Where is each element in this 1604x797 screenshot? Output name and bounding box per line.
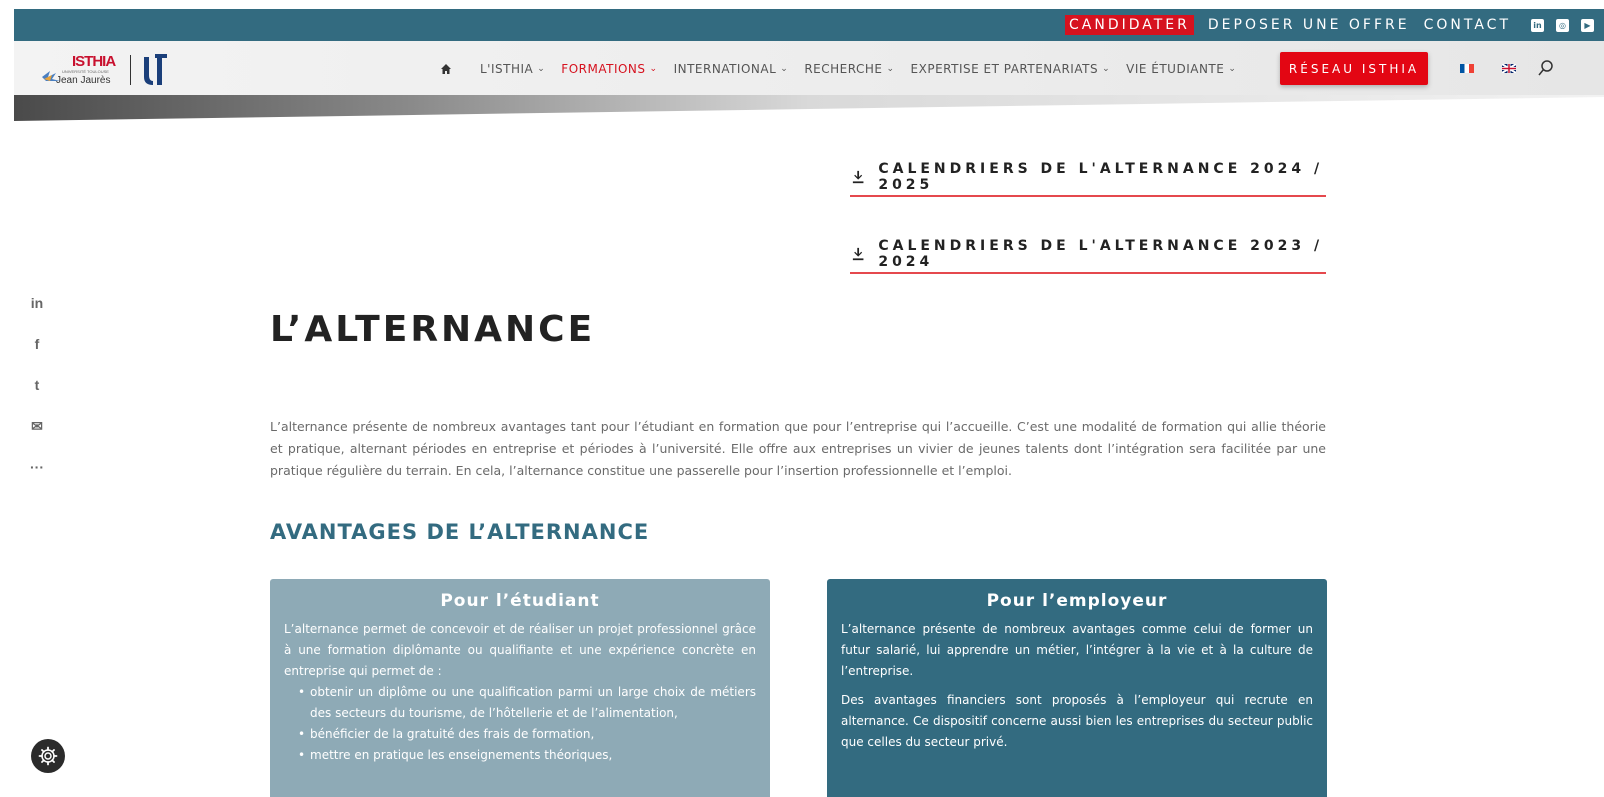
section-subtitle: AVANTAGES DE L’ALTERNANCE [270,520,650,544]
twitter-share-icon[interactable]: t [35,376,40,394]
cookie-settings-button[interactable] [31,739,65,773]
student-card: Pour l’étudiant L’alternance permet de c… [270,579,770,797]
top-bar: CANDIDATER DEPOSER UNE OFFRE CONTACT in … [14,9,1604,41]
list-item: mettre en pratique les enseignements thé… [298,745,756,766]
student-benefits-list: obtenir un diplôme ou une qualification … [284,682,756,766]
ut-logo-icon [144,54,167,85]
search-icon[interactable] [1538,59,1554,77]
site-logo[interactable]: ISTHIA UNIVERSITÉ TOULOUSE Jean Jaurès [42,53,169,87]
university-small-label: UNIVERSITÉ TOULOUSE [62,69,109,74]
chevron-down-icon: ⌄ [649,64,658,74]
nav-item-expertise[interactable]: EXPERTISE ET PARTENARIATS ⌄ [911,62,1111,76]
download-icon [852,247,864,261]
flag-fr-icon[interactable] [1460,64,1474,73]
main-navbar: ISTHIA UNIVERSITÉ TOULOUSE Jean Jaurès L… [14,41,1604,97]
instagram-icon[interactable]: ◎ [1556,18,1569,32]
page: CANDIDATER DEPOSER UNE OFFRE CONTACT in … [14,9,1604,797]
nav-item-label: RECHERCHE [804,62,883,76]
nav-item-label: FORMATIONS [561,62,646,76]
nav-item-label: L'ISTHIA [480,62,534,76]
youtube-icon[interactable]: ▶ [1581,18,1594,32]
candidater-link[interactable]: CANDIDATER [1065,15,1194,35]
list-item: bénéficier de la gratuité des frais de f… [298,724,756,745]
employer-card-text-2: Des avantages financiers sont proposés à… [841,693,1313,749]
nav-item-recherche[interactable]: RECHERCHE ⌄ [804,62,894,76]
linkedin-icon[interactable]: in [1531,18,1544,32]
intro-paragraph: L’alternance présente de nombreux avanta… [270,419,1326,478]
chevron-down-icon: ⌄ [780,64,789,74]
chevron-down-icon: ⌄ [537,64,546,74]
chevron-down-icon: ⌄ [886,64,895,74]
more-share-icon[interactable]: ··· [30,458,44,476]
student-card-text: L’alternance permet de concevoir et de r… [284,622,756,678]
list-item: obtenir un diplôme ou une qualification … [298,682,756,724]
nav-menu: L'ISTHIA ⌄ FORMATIONS ⌄ INTERNATIONAL ⌄ REC… [440,41,1236,97]
nav-item-isthia[interactable]: L'ISTHIA ⌄ [480,62,545,76]
nav-item-label: EXPERTISE ET PARTENARIATS [910,62,1099,76]
nav-item-formations[interactable]: FORMATIONS ⌄ [561,62,657,76]
page-title: L’ALTERNANCE [270,309,596,350]
nav-item-label: VIE ÉTUDIANTE [1126,62,1225,76]
side-share-bar: in f t ✉ ··· [28,294,46,476]
facebook-share-icon[interactable]: f [35,335,40,353]
university-name: Jean Jaurès [56,75,111,86]
download-icon [852,170,864,184]
download-calendar-2024-2025[interactable]: CALENDRIERS DE L'ALTERNANCE 2024 / 2025 [850,159,1326,197]
home-icon[interactable] [440,63,452,75]
chevron-down-icon: ⌄ [1228,64,1237,74]
flag-en-icon[interactable] [1502,64,1516,73]
contact-link[interactable]: CONTACT [1424,17,1511,33]
download-calendar-2023-2024[interactable]: CALENDRIERS DE L'ALTERNANCE 2023 / 2024 [850,236,1326,274]
student-card-title: Pour l’étudiant [440,591,600,611]
nav-item-label: INTERNATIONAL [673,62,777,76]
chevron-down-icon: ⌄ [1102,64,1111,74]
download-label: CALENDRIERS DE L'ALTERNANCE 2023 / 2024 [878,238,1324,270]
nav-item-international[interactable]: INTERNATIONAL ⌄ [674,62,789,76]
employer-card-title: Pour l’employeur [986,591,1168,611]
top-social-links: in ◎ ▶ [1531,18,1594,32]
gear-icon [38,746,58,766]
download-label: CALENDRIERS DE L'ALTERNANCE 2024 / 2025 [878,161,1324,193]
nav-item-vie-etudiante[interactable]: VIE ÉTUDIANTE ⌄ [1126,62,1236,76]
linkedin-share-icon[interactable]: in [31,294,43,312]
email-share-icon[interactable]: ✉ [31,417,43,435]
isthia-wordmark: ISTHIA [72,53,116,70]
logo-separator [130,55,131,85]
employer-card-text-1: L’alternance présente de nombreux avanta… [841,622,1313,678]
header-swoosh [14,95,1604,121]
employer-card: Pour l’employeur L’alternance présente d… [827,579,1327,797]
deposer-offre-link[interactable]: DEPOSER UNE OFFRE [1208,17,1410,33]
isthia-logo: ISTHIA UNIVERSITÉ TOULOUSE Jean Jaurès [42,53,120,87]
reseau-isthia-button[interactable]: RÉSEAU ISTHIA [1280,52,1428,85]
